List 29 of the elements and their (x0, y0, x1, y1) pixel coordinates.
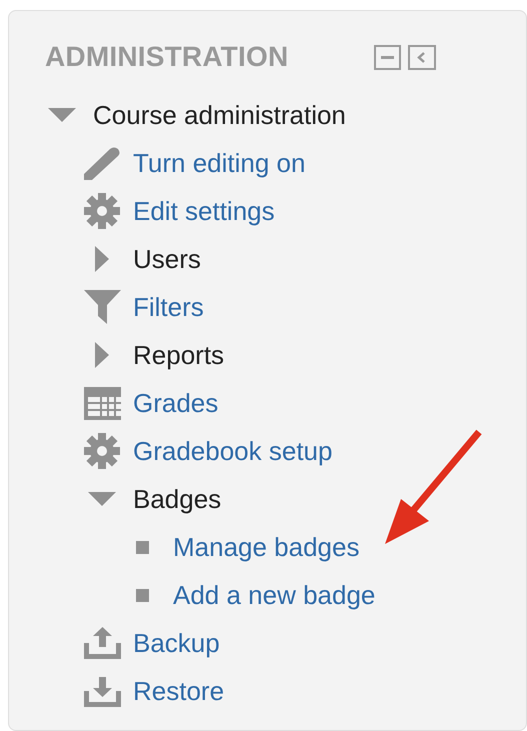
upload-icon (84, 627, 120, 659)
nav-link[interactable]: Restore (133, 676, 224, 706)
minimize-icon[interactable] (374, 44, 402, 70)
nav-link[interactable]: Backup (133, 628, 220, 658)
nav-link[interactable]: Gradebook setup (133, 436, 332, 466)
gear-icon (84, 433, 120, 469)
nav-link[interactable]: Filters (133, 292, 204, 322)
tree-branch-label[interactable]: Users (133, 244, 201, 274)
block-title: ADMINISTRATION (45, 41, 288, 73)
nav-link[interactable]: Add a new badge (173, 580, 376, 610)
nav-link[interactable]: Manage badges (173, 532, 360, 562)
nav-link[interactable]: Edit settings (133, 196, 275, 226)
dock-icon[interactable] (408, 44, 436, 70)
download-icon (84, 675, 120, 707)
nav-link[interactable]: Grades (133, 388, 218, 418)
expanded-triangle-icon[interactable] (88, 492, 116, 506)
nav-link[interactable]: Turn editing on (133, 148, 306, 178)
tree-branch-label[interactable]: Course administration (93, 100, 346, 130)
filter-icon (84, 290, 120, 324)
expanded-triangle-icon[interactable] (48, 108, 76, 122)
bullet-icon (136, 588, 148, 602)
table-icon (84, 386, 120, 420)
tree-branch-label[interactable]: Reports (133, 340, 224, 370)
gear-icon (84, 193, 120, 229)
collapsed-triangle-icon[interactable] (95, 342, 109, 368)
pencil-icon (84, 146, 120, 180)
collapsed-triangle-icon[interactable] (95, 246, 109, 272)
bullet-icon (136, 540, 148, 554)
tree-branch-label[interactable]: Badges (133, 484, 222, 514)
